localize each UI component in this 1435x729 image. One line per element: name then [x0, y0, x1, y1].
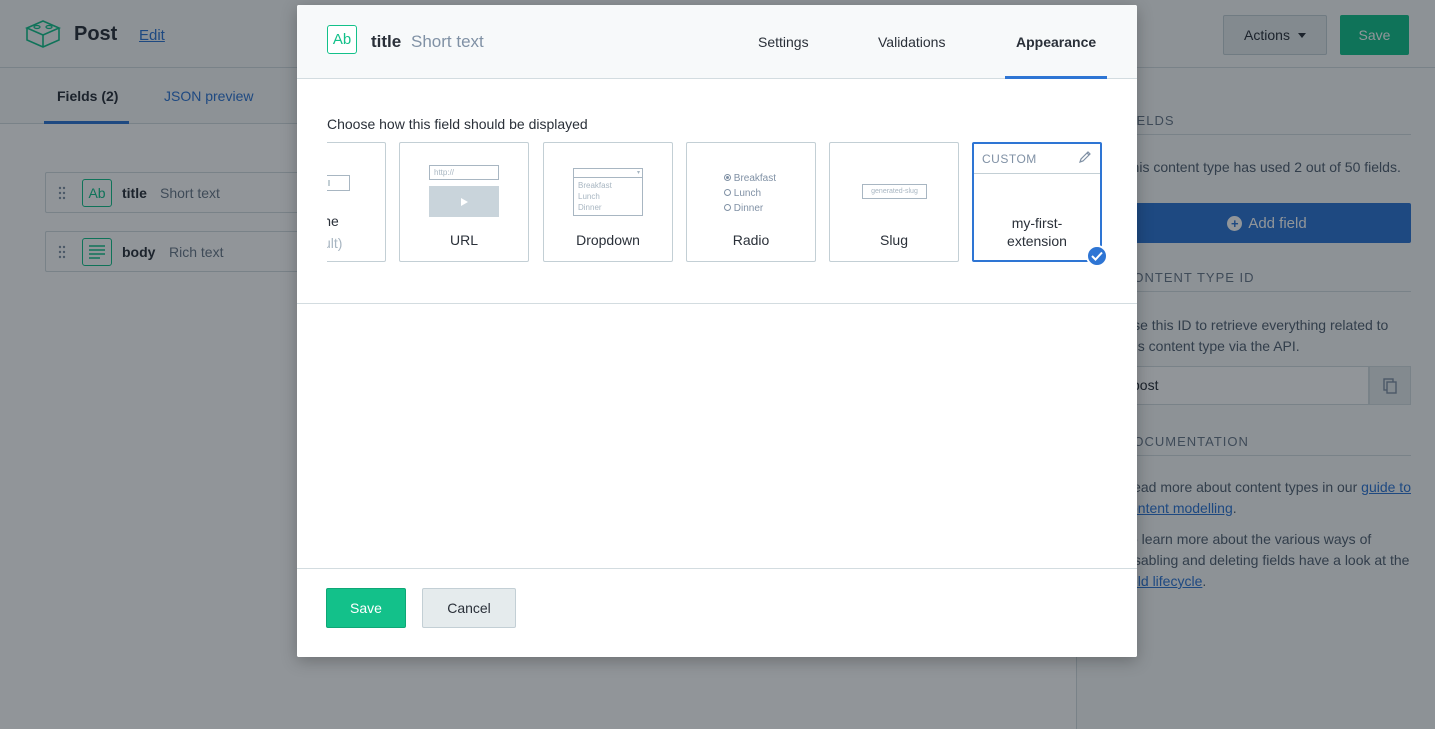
- custom-card-header: CUSTOM: [974, 144, 1100, 174]
- short-text-icon: Ab: [327, 25, 357, 54]
- radio-option-label: Breakfast: [733, 173, 777, 184]
- modal-footer: Save Cancel: [297, 568, 1137, 657]
- radio-option: Lunch: [724, 186, 776, 201]
- field-settings-modal: Ab title Short text Settings Validations…: [297, 5, 1137, 657]
- cancel-button[interactable]: Cancel: [422, 588, 516, 628]
- widget-sublabel: ult): [327, 235, 343, 251]
- widget-card-radio[interactable]: Breakfast Lunch Dinner Radio: [686, 142, 816, 262]
- tab-settings[interactable]: Settings: [758, 34, 809, 50]
- appearance-heading: Choose how this field should be displaye…: [327, 116, 588, 132]
- dropdown-preview: ▾ Breakfast Lunch Dinner: [573, 168, 643, 216]
- modal-field-name: title: [371, 32, 402, 51]
- widget-label: Dropdown: [576, 232, 640, 248]
- modal-header: Ab title Short text Settings Validations…: [297, 5, 1137, 79]
- radio-checked-icon: [724, 174, 731, 181]
- widget-card-slug[interactable]: generated-slug Slug: [829, 142, 959, 262]
- media-preview: [429, 186, 499, 217]
- widget-card-single-line[interactable]: line ult): [327, 142, 386, 262]
- pencil-icon[interactable]: [1078, 150, 1092, 164]
- dropdown-option: Dinner: [578, 203, 602, 212]
- selected-check-icon: [1086, 245, 1108, 267]
- radio-unchecked-icon: [724, 189, 731, 196]
- divider: [297, 303, 1137, 304]
- tab-validations[interactable]: Validations: [878, 34, 945, 50]
- widget-card-custom-extension[interactable]: CUSTOM my-first- extension: [972, 142, 1102, 262]
- radio-preview: Breakfast Lunch Dinner: [724, 171, 776, 216]
- slug-preview: generated-slug: [862, 184, 927, 199]
- radio-option: Breakfast: [724, 171, 776, 186]
- radio-option: Dinner: [724, 201, 776, 216]
- widget-card-url[interactable]: http:// URL: [399, 142, 529, 262]
- widget-label: line: [327, 213, 339, 229]
- tab-appearance[interactable]: Appearance: [1016, 34, 1096, 50]
- dropdown-option: Lunch: [578, 192, 600, 201]
- chevron-down-icon: ▾: [636, 170, 640, 176]
- url-input-preview: http://: [429, 165, 499, 180]
- save-button[interactable]: Save: [326, 588, 406, 628]
- single-line-preview: [327, 175, 350, 191]
- radio-unchecked-icon: [724, 204, 731, 211]
- widget-label: my-first- extension: [974, 214, 1100, 250]
- widget-card-list: line ult) http:// URL ▾ Breakfast Lunch …: [327, 142, 1107, 262]
- widget-label: Slug: [879, 232, 909, 248]
- widget-label-line: extension: [1007, 233, 1067, 249]
- dropdown-options: Breakfast Lunch Dinner: [574, 178, 642, 215]
- widget-label: Radio: [732, 232, 770, 248]
- tab-active-indicator: [1005, 76, 1107, 79]
- modal-field-type: Short text: [411, 32, 484, 51]
- radio-option-label: Dinner: [733, 203, 764, 214]
- widget-label-line: my-first-: [1011, 215, 1063, 231]
- play-icon: [461, 197, 468, 206]
- radio-option-label: Lunch: [733, 188, 762, 199]
- dropdown-select-bar: ▾: [574, 169, 642, 178]
- dropdown-option: Breakfast: [578, 181, 612, 190]
- custom-tag: CUSTOM: [982, 152, 1037, 166]
- widget-card-dropdown[interactable]: ▾ Breakfast Lunch Dinner Dropdown: [543, 142, 673, 262]
- text-cursor: [328, 180, 330, 186]
- widget-label: URL: [449, 232, 478, 248]
